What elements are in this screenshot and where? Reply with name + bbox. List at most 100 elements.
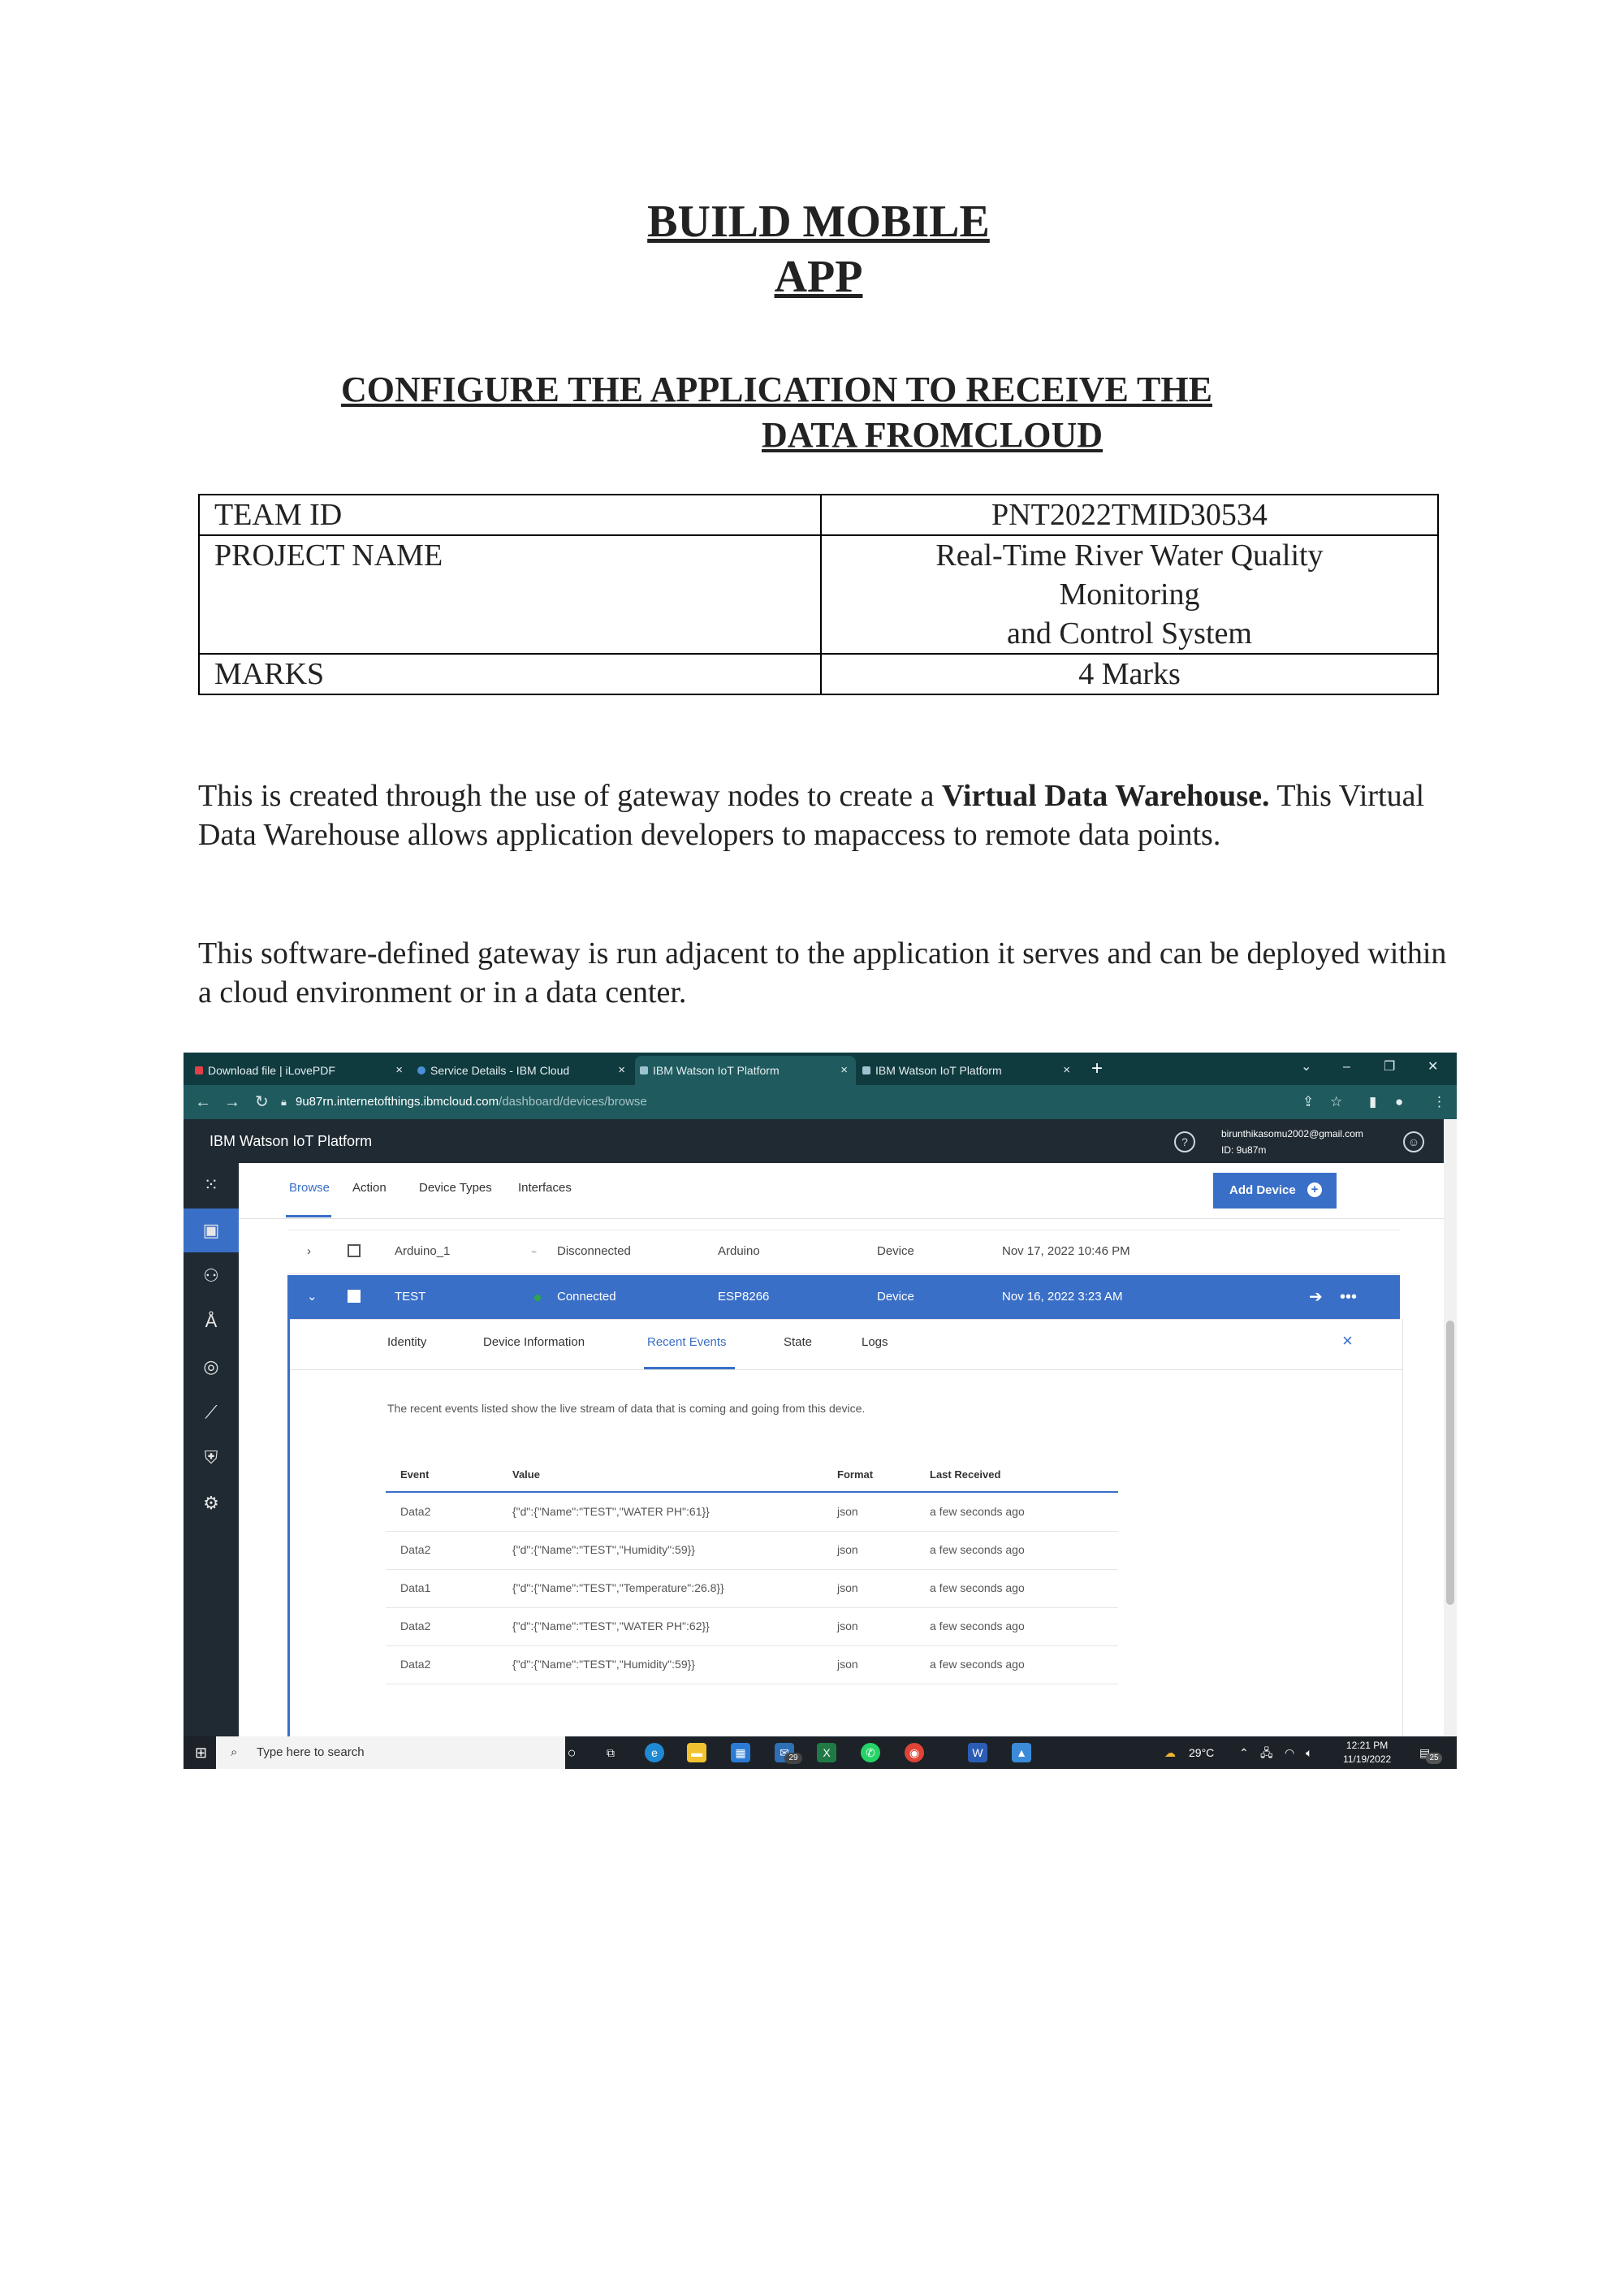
- device-class: Device: [877, 1290, 914, 1304]
- tab-label: IBM Watson IoT Platform: [875, 1064, 1002, 1077]
- paragraph-1-text: This is created through the use of gatew…: [198, 779, 942, 813]
- user-icon[interactable]: ☺: [1403, 1131, 1424, 1152]
- more-options-icon[interactable]: •••: [1340, 1275, 1357, 1319]
- project-name-line3: and Control System: [1007, 616, 1252, 651]
- event-name: Data2: [400, 1619, 431, 1632]
- profile-avatar-icon[interactable]: ●: [1395, 1085, 1403, 1119]
- event-last: a few seconds ago: [930, 1543, 1025, 1556]
- event-format: json: [837, 1505, 858, 1518]
- devices-chip-icon[interactable]: ▣: [184, 1209, 239, 1252]
- minimize-icon[interactable]: –: [1343, 1053, 1350, 1082]
- browser-tab-4[interactable]: IBM Watson IoT Platform ×: [857, 1056, 1078, 1085]
- device-row-arduino[interactable]: › Arduino_1 ⌁ Disconnected Arduino Devic…: [287, 1230, 1400, 1274]
- tab-logs[interactable]: Logs: [862, 1335, 888, 1349]
- share-icon[interactable]: ⇪: [1302, 1085, 1314, 1119]
- add-device-button[interactable]: Add Device +: [1213, 1173, 1337, 1209]
- close-tab-icon[interactable]: ×: [618, 1056, 625, 1085]
- apps-grid-icon[interactable]: ⁙: [184, 1163, 239, 1207]
- usage-chart-icon[interactable]: ⟋: [184, 1390, 239, 1434]
- subnav-device-types[interactable]: Device Types: [419, 1181, 492, 1195]
- event-last: a few seconds ago: [930, 1581, 1025, 1594]
- scrollbar-thumb[interactable]: [1446, 1321, 1454, 1605]
- subnav-interfaces[interactable]: Interfaces: [518, 1181, 572, 1195]
- tab-device-information[interactable]: Device Information: [483, 1335, 585, 1349]
- apps-compass-icon[interactable]: Å: [184, 1299, 239, 1343]
- close-tab-icon[interactable]: ×: [840, 1056, 848, 1085]
- new-tab-icon[interactable]: +: [1091, 1054, 1103, 1083]
- settings-gear-icon[interactable]: ⚙: [184, 1481, 239, 1525]
- menu-kebab-icon[interactable]: ⋮: [1432, 1085, 1446, 1119]
- browser-tab-1[interactable]: Download file | iLovePDF ×: [190, 1056, 411, 1085]
- event-value: {"d":{"Name":"TEST","WATER PH":62}}: [512, 1619, 710, 1632]
- subnav-browse[interactable]: Browse: [289, 1181, 330, 1195]
- bookmark-star-icon[interactable]: ☆: [1330, 1085, 1342, 1119]
- tab-recent-events[interactable]: Recent Events: [647, 1335, 727, 1349]
- device-row-test[interactable]: ⌄ TEST Connected ESP8266 Device Nov 16, …: [287, 1275, 1400, 1320]
- notification-badge: 25: [1426, 1753, 1442, 1764]
- security-icon[interactable]: ⛨: [184, 1436, 239, 1480]
- tray-chevron-icon[interactable]: ⌃: [1239, 1736, 1249, 1769]
- cortana-icon[interactable]: ○: [562, 1743, 581, 1762]
- account-info[interactable]: birunthikasomu2002@gmail.com ID: 9u87m: [1221, 1126, 1363, 1158]
- rules-icon[interactable]: ◎: [184, 1345, 239, 1389]
- weather-temp[interactable]: 29°C: [1189, 1736, 1214, 1769]
- device-browser-pane: Browse Action Device Types Interfaces Ad…: [239, 1163, 1444, 1736]
- close-tab-icon[interactable]: ×: [395, 1056, 403, 1085]
- whatsapp-icon[interactable]: ✆: [861, 1743, 880, 1762]
- tray-wifi-icon[interactable]: ◠: [1285, 1736, 1294, 1769]
- members-icon[interactable]: ⚇: [184, 1254, 239, 1298]
- project-info-table: TEAM ID PNT2022TMID30534 PROJECT NAME Re…: [198, 494, 1439, 695]
- forward-icon[interactable]: →: [224, 1085, 240, 1119]
- edge-icon[interactable]: e: [645, 1743, 664, 1762]
- browser-tab-2[interactable]: Service Details - IBM Cloud ×: [412, 1056, 633, 1085]
- tab-search-icon[interactable]: ⌄: [1301, 1053, 1311, 1082]
- project-name-row: PROJECT NAME Real-Time River Water Quali…: [198, 534, 1439, 655]
- back-icon[interactable]: ←: [195, 1085, 211, 1119]
- watson-icon: [640, 1066, 648, 1074]
- url-field[interactable]: 9u87rn.internetofthings.ibmcloud.com/das…: [296, 1085, 647, 1119]
- close-window-icon[interactable]: ✕: [1427, 1053, 1438, 1082]
- open-arrow-icon[interactable]: ➔: [1309, 1275, 1323, 1319]
- excel-icon[interactable]: X: [817, 1743, 836, 1762]
- task-view-icon[interactable]: ⧉: [601, 1743, 620, 1762]
- event-name: Data1: [400, 1581, 431, 1594]
- row-checkbox[interactable]: [348, 1244, 361, 1257]
- side-navigation: ⁙ ▣ ⚇ Å ◎ ⟋ ⛨ ⚙: [184, 1163, 239, 1736]
- restore-icon[interactable]: ❐: [1384, 1053, 1395, 1082]
- weather-icon[interactable]: ☁: [1164, 1736, 1176, 1769]
- event-value: {"d":{"Name":"TEST","Temperature":26.8}}: [512, 1581, 724, 1594]
- device-status: Disconnected: [557, 1244, 631, 1258]
- recent-events-note: The recent events listed show the live s…: [387, 1402, 866, 1415]
- search-icon: ⌕: [231, 1745, 238, 1759]
- marks-row: MARKS 4 Marks: [198, 653, 1439, 695]
- chrome-icon[interactable]: ◉: [905, 1743, 924, 1762]
- taskbar-clock[interactable]: 12:21 PM 11/19/2022: [1343, 1739, 1391, 1766]
- close-detail-icon[interactable]: ×: [1342, 1330, 1353, 1351]
- tray-network-icon[interactable]: 🖧︎: [1260, 1736, 1273, 1769]
- taskbar-search-input[interactable]: ⌕ Type here to search: [216, 1736, 565, 1769]
- collapse-chevron-icon[interactable]: ⌄: [307, 1275, 317, 1319]
- device-status: Connected: [557, 1290, 616, 1304]
- page-scrollbar[interactable]: [1444, 1119, 1457, 1736]
- account-email: birunthikasomu2002@gmail.com: [1221, 1128, 1363, 1139]
- event-row: Data2 {"d":{"Name":"TEST","Humidity":59}…: [386, 1531, 1118, 1570]
- reload-icon[interactable]: ↻: [255, 1085, 269, 1119]
- row-checkbox[interactable]: [348, 1290, 361, 1303]
- sidebar-icon[interactable]: ▮: [1369, 1085, 1376, 1119]
- file-explorer-icon[interactable]: ▬: [687, 1743, 706, 1762]
- doc-subtitle-line1: CONFIGURE THE APPLICATION TO RECEIVE THE: [341, 370, 1212, 409]
- close-tab-icon[interactable]: ×: [1063, 1056, 1070, 1085]
- tab-identity[interactable]: Identity: [387, 1335, 426, 1349]
- tray-volume-icon[interactable]: 🔈︎: [1306, 1736, 1312, 1769]
- browser-tab-3[interactable]: IBM Watson IoT Platform ×: [635, 1056, 856, 1085]
- team-id-label: TEAM ID: [198, 494, 822, 536]
- partial-table-row: [287, 1218, 1400, 1230]
- subnav-action[interactable]: Action: [352, 1181, 387, 1195]
- expand-chevron-icon[interactable]: ›: [307, 1230, 311, 1273]
- help-icon[interactable]: ?: [1174, 1131, 1195, 1152]
- tab-state[interactable]: State: [784, 1335, 812, 1349]
- word-icon[interactable]: W: [968, 1743, 987, 1762]
- photos-icon[interactable]: ▲: [1012, 1743, 1031, 1762]
- windows-start-icon[interactable]: ⊞: [195, 1736, 207, 1769]
- store-icon[interactable]: ▦: [731, 1743, 750, 1762]
